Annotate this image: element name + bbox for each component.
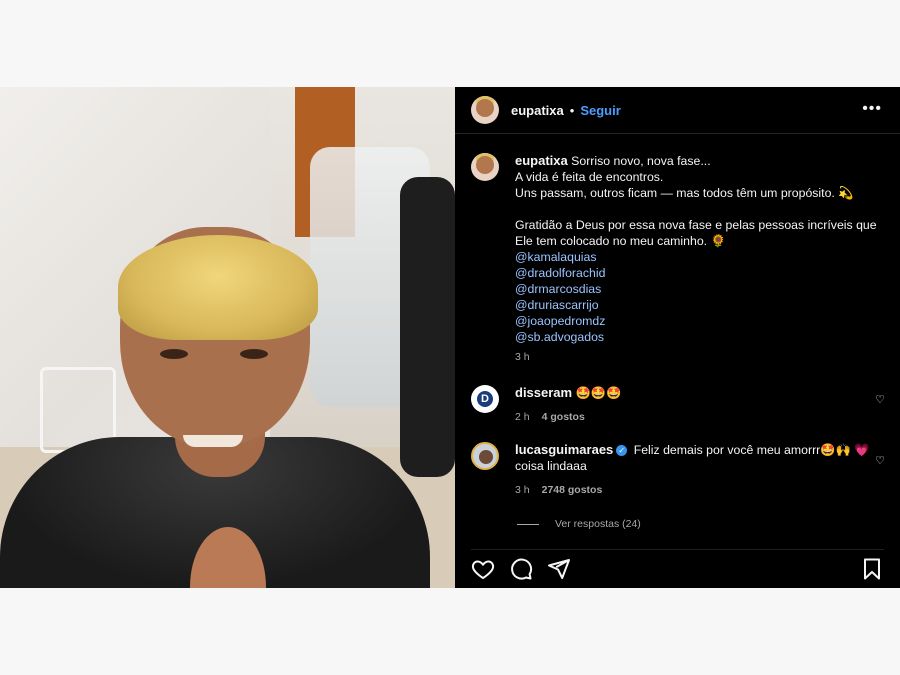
- caption-line-1: Sorriso novo, nova fase...: [571, 154, 711, 168]
- comment-text: Feliz demais por você meu amorrr🤩🙌 💗: [633, 443, 870, 457]
- comment-time[interactable]: 2 h: [515, 411, 530, 423]
- comment-meta: 2 h 4 gostos: [515, 409, 885, 425]
- comment-item: lucasguimaraes ✓ Feliz demais por você me…: [471, 442, 885, 498]
- share-send-icon[interactable]: [547, 557, 571, 581]
- more-icon[interactable]: •••: [862, 100, 882, 118]
- post-caption: eupatixa Sorriso novo, nova fase... A vi…: [471, 153, 881, 365]
- bookmark-icon[interactable]: [860, 557, 884, 581]
- verified-badge-icon: ✓: [616, 445, 628, 457]
- comment-username[interactable]: disseram: [515, 385, 572, 400]
- comment-text-line-2: coisa lindaaa: [515, 459, 587, 473]
- photo-subject-hair: [118, 235, 318, 340]
- comment-body: lucasguimaraes ✓ Feliz demais por você me…: [515, 442, 885, 498]
- separator-dot: •: [569, 102, 575, 118]
- mention-link[interactable]: @drmarcosdias: [515, 281, 877, 297]
- avatar-face-icon: [479, 450, 493, 464]
- view-replies-label: Ver respostas (24): [555, 518, 641, 530]
- like-heart-icon[interactable]: [471, 557, 495, 581]
- mention-link[interactable]: @dradolforachid: [515, 265, 877, 281]
- avatar[interactable]: [471, 96, 499, 124]
- caption-line-5: Ele tem colocado no meu caminho. 🌻: [515, 234, 726, 248]
- caption-text: eupatixa Sorriso novo, nova fase... A vi…: [515, 153, 877, 365]
- divider: [455, 133, 900, 134]
- post-header: eupatixa • Seguir •••: [455, 87, 900, 133]
- caption-line-4: Gratidão a Deus por essa nova fase e pel…: [515, 218, 877, 232]
- comment-body: disseram 🤩🤩🤩 2 h 4 gostos: [515, 385, 885, 425]
- photo-background-person: [400, 177, 455, 477]
- follow-button[interactable]: Seguir: [580, 103, 620, 118]
- caption-avatar[interactable]: [471, 153, 499, 181]
- header-username[interactable]: eupatixa: [511, 103, 564, 118]
- heart-icon[interactable]: ♡: [875, 454, 885, 467]
- mention-link[interactable]: @kamalaquias: [515, 249, 877, 265]
- caption-username[interactable]: eupatixa: [515, 153, 568, 168]
- caption-line-3: Uns passam, outros ficam — mas todos têm…: [515, 186, 854, 200]
- caption-line-2: A vida é feita de encontros.: [515, 170, 664, 184]
- instagram-post: eupatixa • Seguir ••• eupatixa Sorriso n…: [0, 87, 900, 588]
- action-bar: [471, 549, 884, 588]
- comment-bubble-icon[interactable]: [509, 557, 533, 581]
- mention-link[interactable]: @druriascarrijo: [515, 297, 877, 313]
- comment-meta: 3 h 2748 gostos: [515, 482, 885, 498]
- comment-text: 🤩🤩🤩: [575, 386, 622, 400]
- heart-icon[interactable]: ♡: [875, 393, 885, 406]
- comment-username[interactable]: lucasguimaraes: [515, 442, 613, 457]
- post-photo[interactable]: [0, 87, 455, 588]
- comment-item: D disseram 🤩🤩🤩 2 h 4 gostos ♡: [471, 385, 885, 425]
- caption-time[interactable]: 3 h: [515, 349, 877, 365]
- disseram-logo-icon: D: [477, 391, 493, 407]
- comment-likes[interactable]: 2748 gostos: [542, 484, 603, 496]
- comment-avatar[interactable]: [471, 442, 499, 470]
- photo-subject-eye-left: [160, 349, 188, 359]
- photo-subject-eye-right: [240, 349, 268, 359]
- view-replies-button[interactable]: Ver respostas (24): [517, 518, 641, 530]
- mention-link[interactable]: @sb.advogados: [515, 329, 877, 345]
- mention-link[interactable]: @joaopedromdz: [515, 313, 877, 329]
- post-side-panel: eupatixa • Seguir ••• eupatixa Sorriso n…: [455, 87, 900, 588]
- comment-likes[interactable]: 4 gostos: [542, 411, 585, 423]
- photo-subject-smile: [183, 435, 243, 447]
- comment-avatar[interactable]: D: [471, 385, 499, 413]
- comment-time[interactable]: 3 h: [515, 484, 530, 496]
